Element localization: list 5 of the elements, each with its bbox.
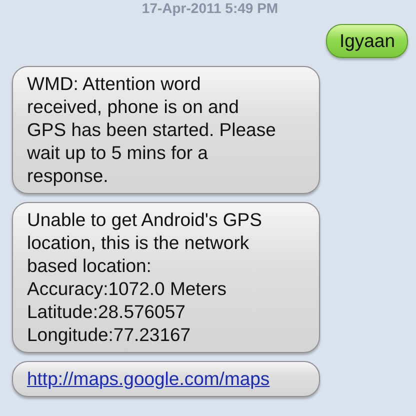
received-message: Unable to get Android's GPS location, this is the network based location: Accuracy:1072.0 Meters Latitude:28.576057 Longitude:77.23167 [12,202,320,353]
link[interactable]: http://maps.google.com/maps [27,368,270,389]
received-message: WMD: Attention word received, phone is on and GPS has been started. Please wait up to 5 mins for a response. [12,66,320,194]
timestamp: 17-Apr-2011 5:49 PM [140,0,280,16]
sent-message: Igyaan [326,24,408,58]
